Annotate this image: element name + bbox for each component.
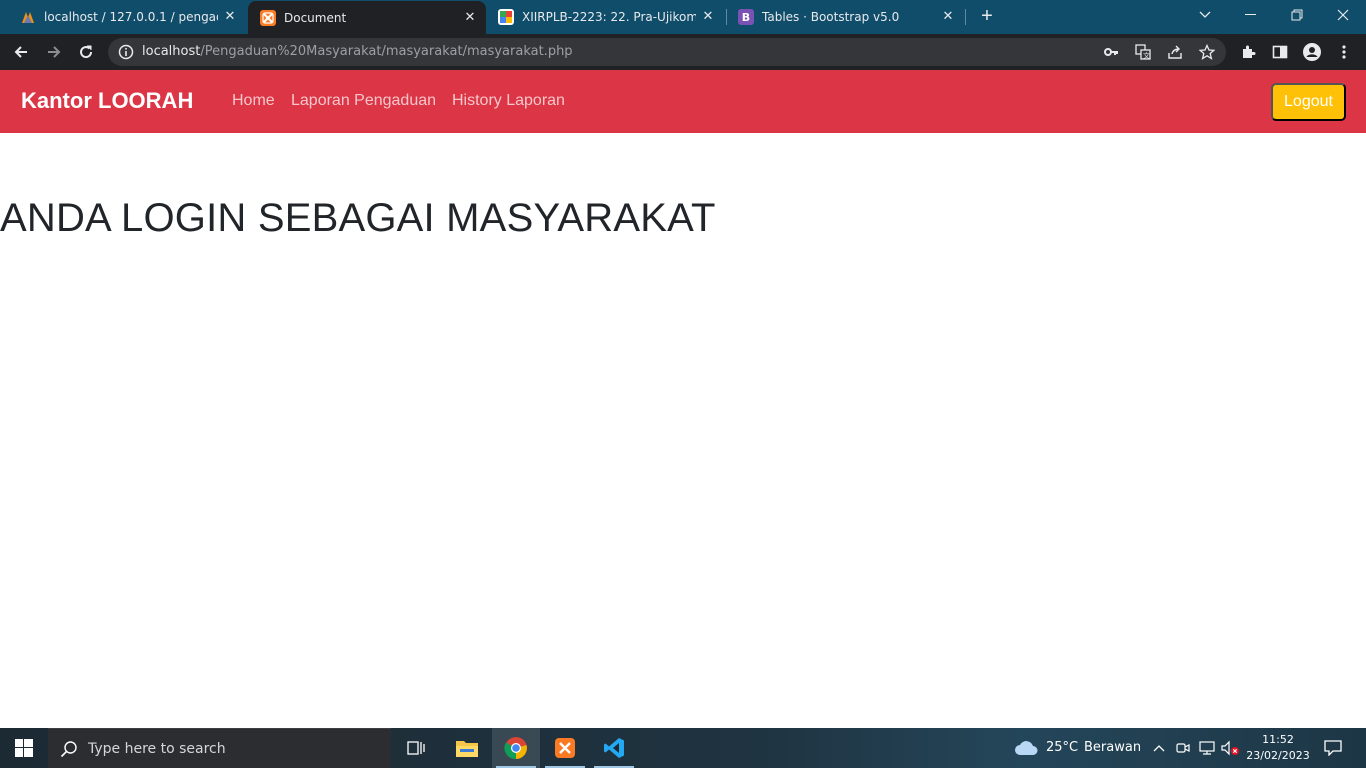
classroom-icon bbox=[498, 9, 514, 25]
windows-taskbar: Type here to search 25°C Berawan 11:52 2… bbox=[0, 728, 1366, 768]
profile-button[interactable] bbox=[1300, 40, 1324, 64]
tab-phpmyadmin[interactable]: localhost / 127.0.0.1 / pengaduan ✕ bbox=[8, 0, 246, 34]
search-placeholder: Type here to search bbox=[88, 741, 226, 757]
system-clock[interactable]: 11:52 23/02/2023 bbox=[1240, 732, 1316, 764]
tab-title: Document bbox=[284, 10, 347, 25]
xampp-icon bbox=[260, 9, 276, 26]
restore-icon bbox=[1291, 9, 1303, 21]
notification-icon[interactable] bbox=[1324, 740, 1342, 756]
chrome-icon bbox=[504, 737, 527, 760]
tab-title: Tables · Bootstrap v5.0 bbox=[762, 10, 900, 24]
xampp-icon bbox=[555, 738, 575, 758]
close-icon[interactable]: ✕ bbox=[940, 9, 956, 25]
clock-date: 23/02/2023 bbox=[1246, 749, 1310, 762]
forward-button[interactable] bbox=[42, 40, 66, 64]
profile-icon bbox=[1303, 43, 1321, 61]
chevron-down-icon bbox=[1199, 11, 1211, 18]
nav-link-home[interactable]: Home bbox=[232, 92, 275, 110]
close-window-button[interactable] bbox=[1320, 0, 1366, 30]
vscode-icon bbox=[604, 738, 624, 758]
close-icon bbox=[1337, 9, 1349, 21]
nav-link-laporan-pengaduan[interactable]: Laporan Pengaduan bbox=[291, 92, 436, 110]
address-bar[interactable]: localhost/Pengaduan%20Masyarakat/masyara… bbox=[108, 38, 1226, 66]
arrow-left-icon bbox=[14, 46, 27, 58]
puzzle-icon bbox=[1243, 45, 1256, 58]
minimize-button[interactable] bbox=[1228, 0, 1274, 30]
side-panel-icon bbox=[1272, 45, 1288, 59]
browser-toolbar: localhost/Pengaduan%20Masyarakat/masyara… bbox=[0, 34, 1366, 70]
tab-title: localhost / 127.0.0.1 / pengaduan bbox=[44, 10, 218, 24]
bootstrap-icon: B bbox=[738, 9, 754, 25]
weather-description[interactable]: Berawan bbox=[1084, 740, 1141, 755]
close-icon[interactable]: ✕ bbox=[700, 9, 716, 25]
tab-divider bbox=[965, 9, 966, 25]
nav-link-history-laporan[interactable]: History Laporan bbox=[452, 92, 565, 110]
taskbar-vscode[interactable] bbox=[590, 728, 638, 768]
network-icon[interactable] bbox=[1199, 740, 1215, 756]
side-panel-button[interactable] bbox=[1268, 40, 1292, 64]
star-icon[interactable] bbox=[1198, 43, 1216, 61]
windows-icon bbox=[15, 739, 33, 757]
tab-document[interactable]: Document ✕ bbox=[248, 1, 486, 34]
taskbar-chrome[interactable] bbox=[492, 728, 540, 768]
task-view-button[interactable] bbox=[392, 728, 440, 768]
restore-button[interactable] bbox=[1274, 0, 1320, 30]
tab-title: XIIRPLB-2223: 22. Pra-Ujikom jam bbox=[522, 10, 696, 24]
reload-button[interactable] bbox=[74, 40, 98, 64]
url-text: localhost/Pengaduan%20Masyarakat/masyara… bbox=[142, 44, 573, 59]
chevron-up-icon[interactable] bbox=[1151, 740, 1167, 756]
navbar-brand[interactable]: Kantor LOORAH bbox=[21, 88, 193, 114]
more-vertical-icon bbox=[1342, 45, 1346, 59]
key-icon[interactable] bbox=[1102, 43, 1120, 61]
tab-bootstrap[interactable]: B Tables · Bootstrap v5.0 ✕ bbox=[726, 0, 964, 34]
extensions-button[interactable] bbox=[1236, 40, 1260, 64]
chrome-menu-button[interactable] bbox=[1332, 40, 1356, 64]
url-path: /Pengaduan%20Masyarakat/masyarakat/masya… bbox=[200, 44, 573, 59]
taskbar-search[interactable]: Type here to search bbox=[48, 728, 391, 768]
arrow-right-icon bbox=[48, 46, 61, 58]
close-icon[interactable]: ✕ bbox=[222, 9, 238, 25]
minimize-icon bbox=[1245, 14, 1256, 15]
page-heading: ANDA LOGIN SEBAGAI MASYARAKAT bbox=[0, 196, 716, 240]
taskbar-file-explorer[interactable] bbox=[443, 728, 491, 768]
new-tab-button[interactable]: + bbox=[976, 6, 998, 28]
weather-cloud-icon[interactable] bbox=[1014, 740, 1038, 756]
logout-button[interactable]: Logout bbox=[1271, 83, 1346, 121]
close-icon[interactable]: ✕ bbox=[462, 10, 478, 26]
meet-now-icon[interactable] bbox=[1175, 740, 1191, 756]
search-icon bbox=[60, 740, 78, 763]
volume-muted-icon[interactable] bbox=[1221, 740, 1241, 756]
url-host: localhost bbox=[142, 44, 201, 59]
translate-icon[interactable]: 文 bbox=[1134, 43, 1152, 61]
info-icon[interactable] bbox=[118, 44, 134, 65]
back-button[interactable] bbox=[9, 40, 33, 64]
phpmyadmin-icon bbox=[20, 9, 36, 25]
browser-tab-strip: localhost / 127.0.0.1 / pengaduan ✕ Docu… bbox=[0, 0, 1366, 34]
site-navbar: Kantor LOORAH Home Laporan Pengaduan His… bbox=[0, 70, 1366, 133]
taskbar-xampp[interactable] bbox=[541, 728, 589, 768]
tab-search-button[interactable] bbox=[1182, 0, 1228, 30]
weather-temperature[interactable]: 25°C bbox=[1046, 740, 1078, 755]
task-view-icon bbox=[407, 741, 425, 755]
start-button[interactable] bbox=[0, 728, 48, 768]
folder-icon bbox=[456, 741, 478, 757]
tab-classroom[interactable]: XIIRPLB-2223: 22. Pra-Ujikom jam ✕ bbox=[486, 0, 724, 34]
clock-time: 11:52 bbox=[1262, 733, 1294, 746]
share-icon[interactable] bbox=[1166, 43, 1184, 61]
reload-icon bbox=[80, 45, 93, 59]
svg-text:文: 文 bbox=[1143, 51, 1150, 60]
